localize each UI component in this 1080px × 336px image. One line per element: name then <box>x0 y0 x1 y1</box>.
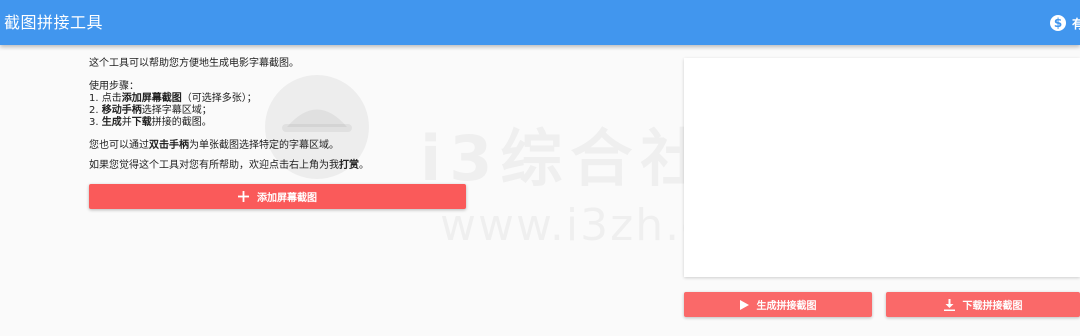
download-icon <box>943 298 955 311</box>
instructions: 这个工具可以帮助您方便地生成电影字幕截图。 使用步骤： 1. 点击添加屏幕截图（… <box>89 58 489 172</box>
play-icon <box>739 299 749 310</box>
thanks-text: 如果您觉得这个工具对您有所帮助，欢迎点击右上角为我打赏。 <box>89 160 369 171</box>
preview-canvas <box>684 58 1080 277</box>
steps-heading: 使用步骤： <box>89 81 139 92</box>
step-1: 1. 点击添加屏幕截图（可选择多张）； <box>89 93 257 104</box>
app-title: 截图拼接工具 <box>4 13 104 32</box>
step-3: 3. 生成并下载拼接的截图。 <box>89 117 212 128</box>
donate-button[interactable]: $ 有 <box>1050 13 1080 33</box>
plus-icon <box>238 191 249 202</box>
step-2: 2. 移动手柄选择字幕区域； <box>89 105 212 116</box>
add-screenshot-button[interactable]: 添加屏幕截图 <box>89 184 466 209</box>
generate-label: 生成拼接截图 <box>756 301 817 312</box>
download-label: 下载拼接截图 <box>962 301 1023 312</box>
app-bar: 截图拼接工具 $ 有 <box>0 0 1080 45</box>
tip-text: 您也可以通过双击手柄为单张截图选择特定的字幕区域。 <box>89 140 339 151</box>
intro-description: 这个工具可以帮助您方便地生成电影字幕截图。 <box>89 58 299 69</box>
generate-button[interactable]: 生成拼接截图 <box>684 292 872 317</box>
dollar-icon: $ <box>1050 15 1066 31</box>
download-button[interactable]: 下载拼接截图 <box>886 292 1080 317</box>
add-screenshot-label: 添加屏幕截图 <box>257 193 317 204</box>
donate-label: 有 <box>1072 16 1080 31</box>
